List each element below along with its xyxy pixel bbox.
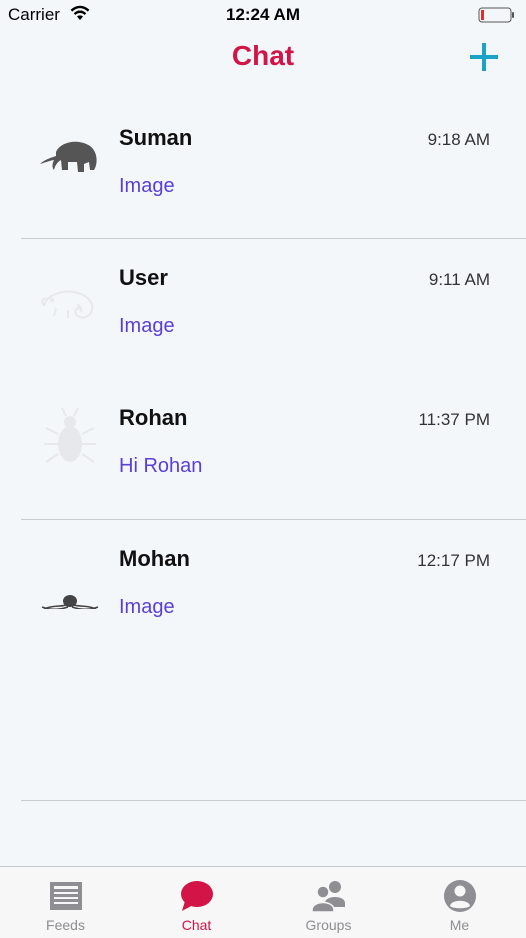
elephant-icon	[38, 126, 100, 188]
chat-list-item-suman[interactable]: Suman 9:18 AM Image	[0, 98, 526, 238]
chat-preview: Image	[119, 596, 175, 618]
chat-preview: Image	[119, 315, 175, 337]
status-clock: 12:24 AM	[225, 5, 300, 24]
chat-preview: Hi Rohan	[119, 455, 203, 477]
chat-name: Mohan	[119, 546, 190, 571]
chat-time: 9:18 AM	[427, 130, 490, 149]
chat-time: 9:11 AM	[428, 270, 490, 289]
chameleon-icon	[38, 266, 100, 328]
page-title: Chat	[231, 40, 295, 71]
chat-time: 11:37 PM	[418, 410, 490, 429]
tab-bar: Feeds Chat Groups Me	[0, 866, 526, 938]
chat-name: User	[119, 265, 168, 290]
chat-name: Suman	[119, 125, 193, 150]
status-bar: Carrier 12:24 AM	[0, 0, 526, 30]
octopus-icon	[38, 547, 100, 611]
divider	[21, 800, 526, 801]
groups-icon	[311, 879, 347, 913]
plus-icon	[470, 43, 498, 71]
chat-bubble-icon	[179, 879, 215, 913]
beetle-icon	[38, 406, 100, 468]
tab-groups[interactable]: Groups	[263, 867, 394, 938]
tab-me[interactable]: Me	[394, 867, 525, 938]
battery-icon	[478, 7, 516, 28]
tab-label: Chat	[181, 917, 212, 933]
chat-list-item-user[interactable]: User 9:11 AM Image	[0, 238, 526, 378]
profile-icon	[442, 879, 478, 913]
tab-label: Me	[449, 917, 470, 933]
tab-chat[interactable]: Chat	[131, 867, 262, 938]
add-chat-button[interactable]	[467, 40, 501, 74]
chat-list-item-rohan[interactable]: Rohan 11:37 PM Hi Rohan	[0, 378, 526, 518]
tab-label: Feeds	[46, 917, 85, 933]
tab-feeds[interactable]: Feeds	[0, 867, 131, 938]
chat-name: Rohan	[119, 405, 188, 430]
chat-time: 12:17 PM	[417, 551, 490, 570]
feeds-icon	[48, 879, 84, 913]
chat-preview: Image	[119, 175, 175, 197]
tab-label: Groups	[305, 917, 352, 933]
chat-list-item-mohan[interactable]: Mohan 12:17 PM Image	[0, 519, 526, 659]
